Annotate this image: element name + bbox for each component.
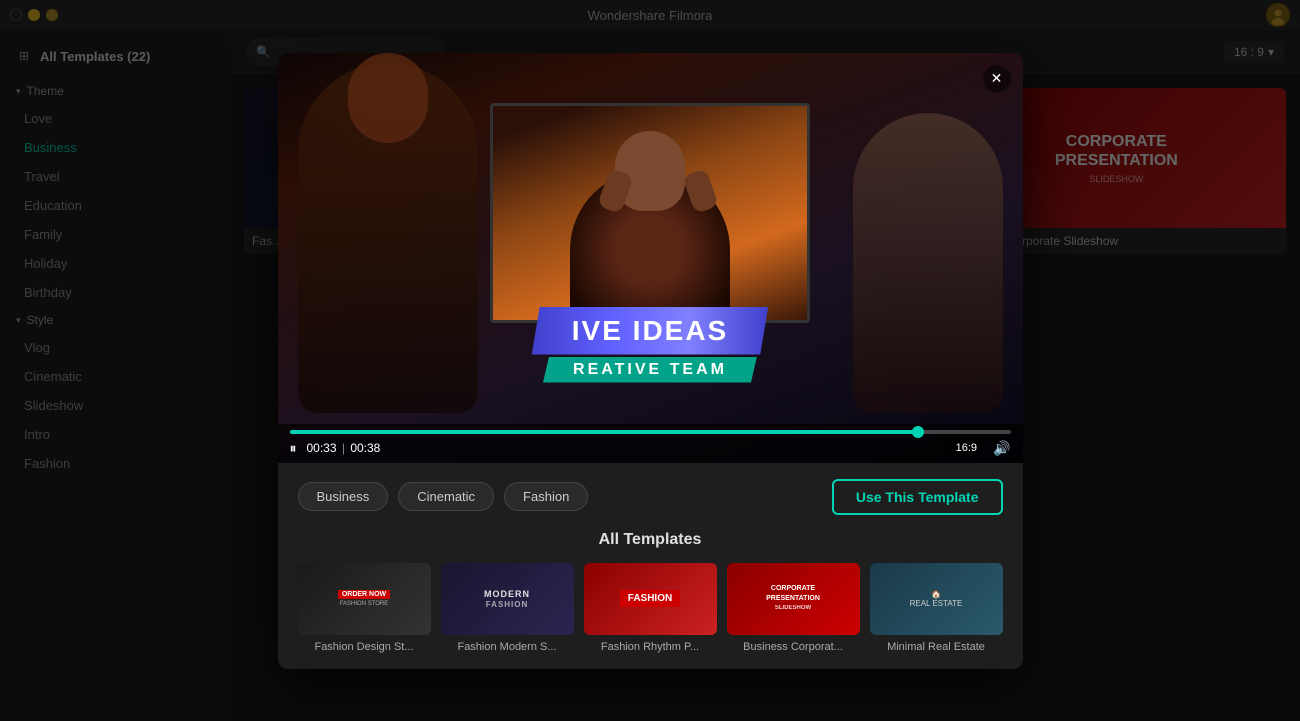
mini-label-business-corporate: Business Corporat... xyxy=(727,641,860,653)
progress-dot xyxy=(912,426,924,438)
thumb-content-fashion-rhythm: FASHION xyxy=(620,590,680,607)
modal-overlay: ✕ xyxy=(0,0,1300,721)
current-time: 00:33 xyxy=(307,441,337,455)
aspect-badge: 16:9 xyxy=(950,440,983,456)
mini-card-real-estate[interactable]: 🏠REAL ESTATE Minimal Real Estate xyxy=(870,563,1003,653)
video-text-line1: IVE IDEAS xyxy=(532,307,768,355)
video-monitor xyxy=(490,103,810,323)
mini-thumb-fashion-design: ORDER NOW FASHION STORE xyxy=(298,563,431,635)
video-controls: ⏸ 00:33 | 00:38 16:9 🔊 xyxy=(278,424,1023,463)
tag-fashion[interactable]: Fashion xyxy=(504,482,588,511)
thumb-content-real-estate: 🏠REAL ESTATE xyxy=(910,590,963,608)
order-badge: ORDER NOW xyxy=(338,590,390,599)
time-display: 00:33 | 00:38 xyxy=(307,441,381,455)
templates-thumb-row: ORDER NOW FASHION STORE Fashion Design S… xyxy=(298,563,1003,653)
thumb-sub: FASHION STORE xyxy=(338,601,390,607)
mini-card-fashion-rhythm[interactable]: FASHION Fashion Rhythm P... xyxy=(584,563,717,653)
total-time: 00:38 xyxy=(350,441,380,455)
mini-thumb-real-estate: 🏠REAL ESTATE xyxy=(870,563,1003,635)
video-text-overlay: IVE IDEAS REATIVE TEAM xyxy=(278,307,1023,383)
modal-bottom: Business Cinematic Fashion Use This Temp… xyxy=(278,463,1023,669)
face-left xyxy=(348,53,428,143)
mini-card-business-corporate[interactable]: CORPORATEPRESENTATIONSLIDESHOW Business … xyxy=(727,563,860,653)
video-preview: IVE IDEAS REATIVE TEAM ⏸ 00:33 | 0 xyxy=(278,53,1023,463)
use-template-button[interactable]: Use This Template xyxy=(832,479,1003,515)
controls-row: ⏸ 00:33 | 00:38 16:9 🔊 xyxy=(290,440,1011,457)
thumb-content-fashion-design: ORDER NOW FASHION STORE xyxy=(332,584,396,613)
video-bg: IVE IDEAS REATIVE TEAM ⏸ 00:33 | 0 xyxy=(278,53,1023,463)
tags-row: Business Cinematic Fashion Use This Temp… xyxy=(298,479,1003,515)
video-text-line2: REATIVE TEAM xyxy=(543,357,757,383)
modal: ✕ xyxy=(278,53,1023,669)
mini-thumb-fashion-rhythm: FASHION xyxy=(584,563,717,635)
pause-button[interactable]: ⏸ xyxy=(290,440,297,457)
thumb-content-business: CORPORATEPRESENTATIONSLIDESHOW xyxy=(766,584,820,613)
volume-button[interactable]: 🔊 xyxy=(993,440,1010,457)
monitor-screen xyxy=(493,106,807,320)
thumb-content-fashion-modern: MODERNFASHION xyxy=(484,589,530,609)
tag-cinematic[interactable]: Cinematic xyxy=(398,482,494,511)
mini-label-fashion-modern: Fashion Modern S... xyxy=(441,641,574,653)
mini-card-fashion-modern[interactable]: MODERNFASHION Fashion Modern S... xyxy=(441,563,574,653)
mini-thumb-fashion-modern: MODERNFASHION xyxy=(441,563,574,635)
modal-close-button[interactable]: ✕ xyxy=(983,65,1011,93)
mini-label-fashion-rhythm: Fashion Rhythm P... xyxy=(584,641,717,653)
mini-thumb-business-corporate: CORPORATEPRESENTATIONSLIDESHOW xyxy=(727,563,860,635)
time-separator: | xyxy=(342,441,348,455)
progress-bar-fill xyxy=(290,430,924,434)
tag-business[interactable]: Business xyxy=(298,482,389,511)
mini-card-fashion-design[interactable]: ORDER NOW FASHION STORE Fashion Design S… xyxy=(298,563,431,653)
mini-label-fashion-design: Fashion Design St... xyxy=(298,641,431,653)
mini-label-real-estate: Minimal Real Estate xyxy=(870,641,1003,653)
all-templates-section-label: All Templates xyxy=(298,531,1003,549)
progress-bar-container[interactable] xyxy=(290,430,1011,434)
